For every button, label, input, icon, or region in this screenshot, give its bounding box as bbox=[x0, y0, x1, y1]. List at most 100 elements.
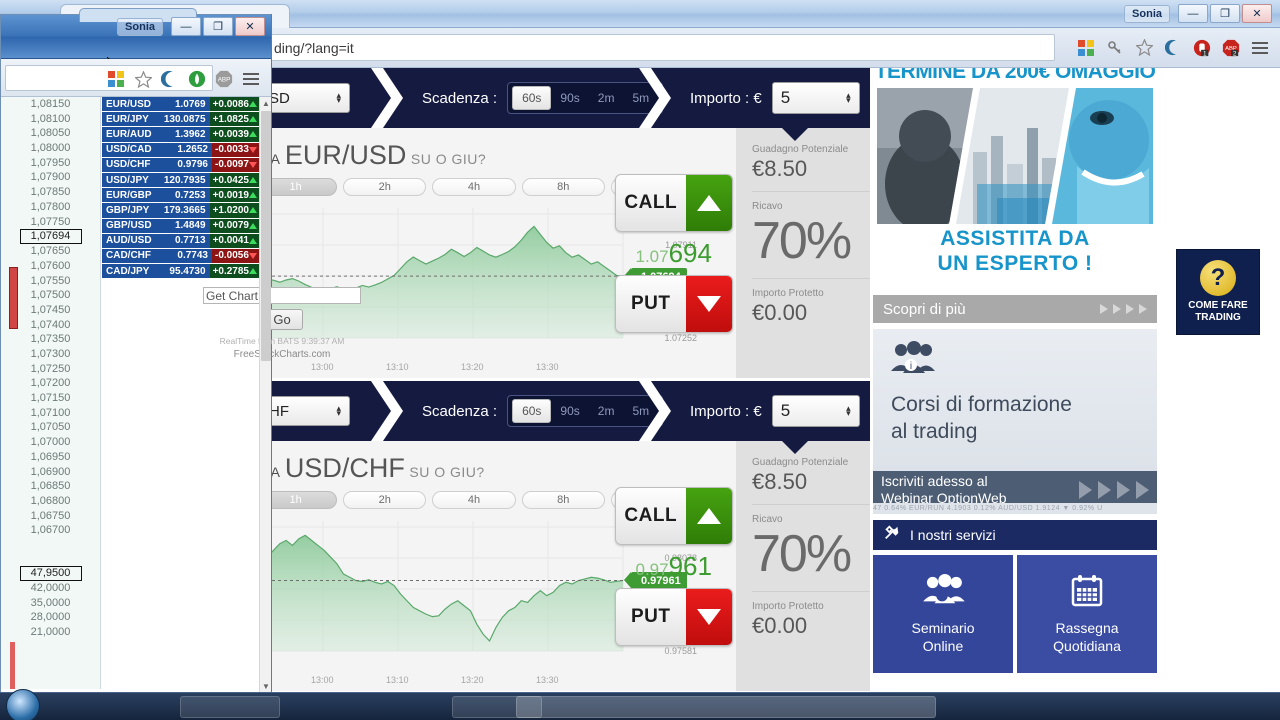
vertical-scrollbar[interactable]: ▲ ▼ bbox=[259, 97, 271, 707]
put-button-label: PUT bbox=[630, 605, 671, 627]
start-button[interactable] bbox=[6, 689, 40, 720]
quote-change: +0.0425 bbox=[209, 172, 260, 188]
adblock-icon[interactable]: ABP 2 bbox=[1221, 38, 1241, 58]
expiry-option-90s[interactable]: 90s bbox=[551, 400, 588, 422]
tile-seminario-online[interactable]: Seminario Online bbox=[873, 555, 1013, 673]
freestockcharts-window-controls: Sonia — ❐ ✕ bbox=[117, 17, 265, 36]
price-ladder-row: 1,07150 bbox=[30, 392, 71, 405]
ad-ticker: 47 0.64% EUR/RUN 4.1903 0.12% AUD/USD 1.… bbox=[873, 503, 1157, 514]
quote-row[interactable]: EUR/GBP 0.7253 +0.0019 bbox=[102, 188, 260, 204]
moon-icon[interactable] bbox=[1163, 38, 1183, 58]
price-ladder-row: 1,07950 bbox=[30, 156, 71, 169]
tile-rassegna-quotidiana[interactable]: Rassegna Quotidiana bbox=[1017, 555, 1157, 673]
ad-banner-corsi[interactable]: i Corsi di formazione al trading Iscrivi… bbox=[873, 329, 1157, 514]
come-fare-trading-badge[interactable]: ? COME FARE TRADING bbox=[1176, 249, 1260, 335]
stop-hand-icon[interactable]: 1 bbox=[1192, 38, 1212, 58]
browser-extension-icons: ABP bbox=[106, 69, 261, 89]
expiry-option-60s[interactable]: 60s bbox=[512, 86, 552, 110]
call-put-section: CALL 1.07694 PUT bbox=[611, 128, 736, 378]
return-label: Ricavo bbox=[752, 201, 783, 212]
ad-banner-cta-label: Iscriviti adesso al Webinar OptionWeb bbox=[881, 473, 1007, 507]
green-shield-icon[interactable] bbox=[187, 69, 207, 89]
quotes-list: EUR/USD 1.0769 +0.0086 EUR/JPY 130.0875 +1.08… bbox=[102, 97, 361, 360]
quote-row[interactable]: USD/CHF 0.9796 -0.0097 bbox=[102, 157, 260, 173]
price-ladder-row: 1,07200 bbox=[30, 377, 71, 390]
quote-row[interactable]: USD/CAD 1.2652 -0.0033 bbox=[102, 142, 260, 158]
expiry-option-90s[interactable]: 90s bbox=[551, 87, 588, 109]
get-chart-input[interactable]: Get Chart.. bbox=[203, 287, 361, 304]
expiry-option-2m[interactable]: 2m bbox=[589, 87, 624, 109]
maximize-button[interactable]: ❐ bbox=[1210, 4, 1240, 23]
menu-icon[interactable] bbox=[241, 69, 261, 89]
minimize-button[interactable]: — bbox=[171, 17, 201, 36]
trading-panels-column: SD ▴ ▾ Scadenza : 60s 90s 2m 5m Importo … bbox=[236, 68, 870, 694]
return-value: 70% bbox=[752, 525, 852, 583]
moon-icon[interactable] bbox=[160, 69, 180, 89]
apps-icon[interactable] bbox=[1076, 38, 1096, 58]
chart-x-tick: 13:30 bbox=[536, 362, 559, 372]
quote-row[interactable]: EUR/AUD 1.3962 +0.0039 bbox=[102, 127, 260, 143]
ad-banner-cta-bar[interactable]: Scopri di più bbox=[873, 295, 1157, 323]
price-ladder-row: 1,06850 bbox=[30, 480, 71, 493]
quote-symbol: USD/CAD bbox=[102, 142, 160, 157]
close-button[interactable]: ✕ bbox=[1242, 4, 1272, 23]
quote-row[interactable]: GBP/USD 1.4849 +0.0079 bbox=[102, 218, 260, 234]
quote-symbol: EUR/USD bbox=[102, 97, 159, 112]
quote-price: 1.3962 bbox=[158, 127, 210, 142]
price-ladder-row: 1,07650 bbox=[30, 245, 71, 258]
quote-row[interactable]: USD/JPY 120.7935 +0.0425 bbox=[102, 172, 260, 189]
star-icon[interactable] bbox=[1134, 38, 1154, 58]
quote-change: -0.0056 bbox=[212, 248, 260, 264]
quote-row[interactable]: CAD/JPY 95.4730 +0.2785 bbox=[102, 264, 260, 280]
arrow-up-icon bbox=[685, 487, 732, 544]
trade-panel-header: SD ▴ ▾ Scadenza : 60s 90s 2m 5m Importo … bbox=[246, 68, 870, 128]
call-button[interactable]: CALL bbox=[614, 486, 733, 545]
payout-info-section: Guadagno Potenziale €8.50 Ricavo 70% Imp… bbox=[736, 128, 870, 378]
timeframe-8h[interactable]: 8h bbox=[521, 491, 605, 509]
browser-extension-icons: 1 ABP 2 bbox=[1076, 34, 1270, 61]
expiry-option-2m[interactable]: 2m bbox=[589, 400, 624, 422]
svg-text:i: i bbox=[910, 361, 912, 372]
amount-input[interactable]: 5 ▴ ▾ bbox=[771, 82, 860, 114]
ad-banner-esperto[interactable]: TERMINE DA 200€ OMAGGIO ASSISTITA DA UN … bbox=[873, 68, 1157, 323]
timeframe-4h[interactable]: 4h bbox=[432, 491, 516, 509]
come-fare-trading-label: COME FARE TRADING bbox=[1188, 300, 1247, 324]
adblock-icon[interactable]: ABP bbox=[214, 69, 234, 89]
quote-row[interactable]: EUR/JPY 130.0875 +1.0825 bbox=[102, 112, 260, 128]
timeframe-2h[interactable]: 2h bbox=[343, 491, 427, 509]
ad-banner-cta-line1: Iscriviti adesso al bbox=[881, 473, 988, 489]
close-button[interactable]: ✕ bbox=[235, 17, 265, 36]
timeframe-2h[interactable]: 2h bbox=[343, 178, 427, 196]
quote-row[interactable]: GBP/JPY 179.3665 +1.0200 bbox=[102, 203, 260, 219]
scrollbar-thumb[interactable] bbox=[261, 111, 271, 361]
quote-row[interactable]: CAD/CHF 0.7743 -0.0056 bbox=[102, 248, 260, 265]
asset-select[interactable]: SD ▴ ▾ bbox=[260, 83, 350, 113]
services-header[interactable]: I nostri servizi bbox=[873, 520, 1157, 550]
asset-select[interactable]: HF ▴ ▾ bbox=[260, 396, 350, 426]
taskbar-item[interactable] bbox=[180, 696, 280, 718]
amount-input[interactable]: 5 ▴ ▾ bbox=[771, 395, 860, 427]
quote-row[interactable]: AUD/USD 0.7713 +0.0041 bbox=[102, 233, 260, 249]
minimize-button[interactable]: — bbox=[1178, 4, 1208, 23]
address-bar[interactable]: ding/?lang=it bbox=[265, 34, 1055, 61]
timeframe-4h[interactable]: 4h bbox=[432, 178, 516, 196]
put-button[interactable]: PUT bbox=[614, 587, 733, 646]
quote-symbol: AUD/USD bbox=[102, 233, 159, 248]
quote-row[interactable]: EUR/USD 1.0769 +0.0086 bbox=[102, 97, 260, 113]
arrow-up-icon bbox=[685, 174, 732, 231]
freestockcharts-titlebar: Sonia — ❐ ✕ bbox=[1, 8, 271, 77]
timeframe-8h[interactable]: 8h bbox=[521, 178, 605, 196]
expiry-option-60s[interactable]: 60s bbox=[512, 399, 552, 423]
price-ladder-row: 1,08050 bbox=[30, 127, 71, 140]
taskbar-item[interactable] bbox=[516, 696, 936, 718]
star-icon[interactable] bbox=[133, 69, 153, 89]
put-button[interactable]: PUT bbox=[614, 274, 733, 333]
trade-question: RA EUR/USD SU O GIU? bbox=[246, 128, 611, 175]
quote-change: +0.0086 bbox=[209, 97, 260, 112]
menu-icon[interactable] bbox=[1250, 38, 1270, 58]
apps-icon[interactable] bbox=[106, 69, 126, 89]
maximize-button[interactable]: ❐ bbox=[203, 17, 233, 36]
key-icon[interactable] bbox=[1105, 38, 1125, 58]
scroll-up-icon[interactable]: ▲ bbox=[260, 97, 272, 110]
call-button[interactable]: CALL bbox=[614, 173, 733, 232]
